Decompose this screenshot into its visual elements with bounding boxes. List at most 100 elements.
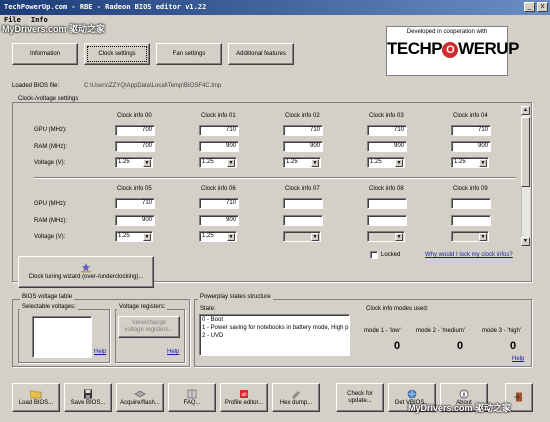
- close-button[interactable]: x: [537, 2, 548, 12]
- chevron-down-icon: ▼: [143, 233, 151, 241]
- clock-info-04-gpu[interactable]: 710: [451, 125, 491, 136]
- exit-icon: [514, 392, 522, 402]
- clock-info-09-voltage[interactable]: ▼: [451, 231, 489, 242]
- state-item[interactable]: 1 - Power saving for notebooks in batter…: [202, 324, 348, 332]
- load-bios-button[interactable]: Load BIOS...: [12, 383, 60, 412]
- view-change-voltage-registers-button[interactable]: View/change voltage registers...: [118, 316, 180, 338]
- scroll-thumb[interactable]: [521, 117, 530, 187]
- gpu-label-bottom: GPU (MHz):: [34, 201, 67, 207]
- hex-dump-button[interactable]: Hex dump...: [272, 383, 320, 412]
- state-item[interactable]: 2 - UVD: [202, 332, 347, 340]
- folder-icon: [30, 390, 42, 398]
- bios-voltage-table-title: BIOS voltage table: [20, 294, 75, 300]
- clock-info-00-voltage[interactable]: 1.25 ▼: [115, 157, 153, 168]
- minimize-button[interactable]: _: [524, 2, 535, 12]
- mode-3-value: 0: [509, 340, 517, 352]
- tab-fan-settings[interactable]: Fan settings: [156, 43, 222, 65]
- clock-info-08-voltage[interactable]: ▼: [367, 231, 405, 242]
- svg-text:ati: ati: [241, 392, 246, 398]
- clock-info-02-gpu[interactable]: 710: [283, 125, 323, 136]
- mode-3-label: mode 3 - 'high': [482, 328, 521, 334]
- voltage-label-bottom: Voltage (V):: [34, 234, 66, 240]
- tab-information[interactable]: Information: [12, 43, 78, 65]
- clock-info-03-voltage[interactable]: 1.25 ▼: [367, 157, 405, 168]
- clock-info-09-gpu[interactable]: [451, 198, 491, 209]
- chevron-down-icon: ▼: [143, 159, 151, 167]
- watermark-bottom: MyDrivers.com 驱动之家: [408, 403, 512, 413]
- locked-checkbox[interactable]: [370, 251, 378, 259]
- clock-info-08-ram[interactable]: [367, 215, 407, 226]
- clock-info-03-header: Clock info 03: [369, 113, 404, 119]
- profile-editor-button[interactable]: ati Profile editor...: [220, 383, 268, 412]
- logo-caption: Developed in cooperation with: [406, 29, 488, 35]
- selectable-voltages-help-link[interactable]: Help: [94, 349, 106, 355]
- clock-info-07-gpu[interactable]: [283, 198, 323, 209]
- ram-label-bottom: RAM (MHz):: [34, 218, 67, 224]
- clock-info-02-voltage[interactable]: 1.25 ▼: [283, 157, 321, 168]
- powerplay-title: Powerplay states structure: [198, 294, 273, 300]
- clock-info-06-gpu[interactable]: 710: [199, 198, 239, 209]
- floppy-icon: [84, 389, 92, 399]
- clock-info-07-header: Clock info 07: [285, 186, 320, 192]
- info-icon: [459, 389, 469, 398]
- profile-icon: ati: [240, 389, 248, 398]
- state-item[interactable]: 0 - Boot: [202, 316, 347, 324]
- loaded-bios-path: C:\Users\ZZYQ\AppData\Local\Temp\BIOSF4C…: [84, 83, 222, 89]
- clock-info-03-ram[interactable]: 900: [367, 141, 407, 152]
- clock-info-00-gpu[interactable]: 700: [115, 125, 155, 136]
- clock-separator: [34, 177, 516, 179]
- acquire-flash-button[interactable]: Acquire/flash...: [116, 383, 164, 412]
- window-title-bar[interactable]: TechPowerUp.com - RBE - Radeon BIOS edit…: [0, 0, 550, 15]
- clock-info-05-gpu[interactable]: 710: [115, 198, 155, 209]
- clock-info-07-ram[interactable]: [283, 215, 323, 226]
- logo-wordmark: TECHP O WERUP: [387, 39, 519, 58]
- powerplay-help-link[interactable]: Help: [512, 356, 524, 362]
- clock-info-03-gpu[interactable]: 710: [367, 125, 407, 136]
- voltage-label-top: Voltage (V):: [34, 160, 66, 166]
- powerplay-state-list[interactable]: 0 - Boot 1 - Power saving for notebooks …: [199, 314, 350, 356]
- voltage-registers-title: Voltage registers:: [117, 304, 168, 310]
- clock-info-04-voltage[interactable]: 1.25 ▼: [451, 157, 489, 168]
- check-update-button[interactable]: Check for update...: [336, 383, 384, 412]
- clock-info-08-gpu[interactable]: [367, 198, 407, 209]
- scroll-down-button[interactable]: ▼: [521, 237, 530, 246]
- clock-tuning-wizard-button[interactable]: Clock tuning wizard (over-/underclocking…: [18, 256, 154, 288]
- scroll-up-button[interactable]: ▲: [521, 106, 530, 115]
- clock-info-09-ram[interactable]: [451, 215, 491, 226]
- clock-info-00-header: Clock info 00: [117, 113, 152, 119]
- loaded-bios-label: Loaded BIOS file:: [12, 83, 60, 89]
- tab-clock-settings[interactable]: Clock settings: [84, 43, 150, 65]
- chevron-down-icon: ▼: [227, 159, 235, 167]
- clock-info-05-ram[interactable]: 900: [115, 215, 155, 226]
- clock-info-05-voltage[interactable]: 1.25 ▼: [115, 231, 153, 242]
- chevron-down-icon: ▼: [395, 159, 403, 167]
- chip-icon: [134, 390, 146, 397]
- faq-button[interactable]: FAQ...: [168, 383, 216, 412]
- clock-info-06-voltage[interactable]: 1.25 ▼: [199, 231, 237, 242]
- clock-info-04-ram[interactable]: 900: [451, 141, 491, 152]
- state-label: State:: [200, 306, 216, 312]
- chevron-down-icon: ▼: [479, 233, 487, 241]
- chevron-down-icon: ▼: [311, 159, 319, 167]
- wizard-icon: [81, 263, 91, 273]
- mode-1-value: 0: [393, 340, 401, 352]
- clock-info-06-ram[interactable]: 900: [199, 215, 239, 226]
- save-bios-button[interactable]: Save BIOS...: [64, 383, 112, 412]
- clock-modes-title: Clock info modes used:: [366, 306, 429, 312]
- clock-info-07-voltage[interactable]: ▼: [283, 231, 321, 242]
- clock-info-01-ram[interactable]: 900: [199, 141, 239, 152]
- selectable-voltages-list[interactable]: [32, 316, 92, 358]
- tab-additional-features[interactable]: Additional features: [228, 43, 294, 65]
- clock-info-02-ram[interactable]: 900: [283, 141, 323, 152]
- chevron-down-icon: ▼: [479, 159, 487, 167]
- mode-1-label: mode 1 - 'low': [364, 328, 401, 334]
- why-lock-link[interactable]: Why would I lock my clock infos?: [425, 252, 513, 258]
- clock-info-01-header: Clock info 01: [201, 113, 236, 119]
- techpowerup-logo[interactable]: Developed in cooperation with TECHP O WERU…: [386, 26, 519, 76]
- clock-info-01-voltage[interactable]: 1.25 ▼: [199, 157, 237, 168]
- clock-info-01-gpu[interactable]: 710: [199, 125, 239, 136]
- watermark-top: MyDrivers.com 驱动之家: [2, 24, 106, 34]
- mode-2-value: 0: [456, 340, 464, 352]
- clock-info-00-ram[interactable]: 700: [115, 141, 155, 152]
- voltage-registers-help-link[interactable]: Help: [167, 349, 179, 355]
